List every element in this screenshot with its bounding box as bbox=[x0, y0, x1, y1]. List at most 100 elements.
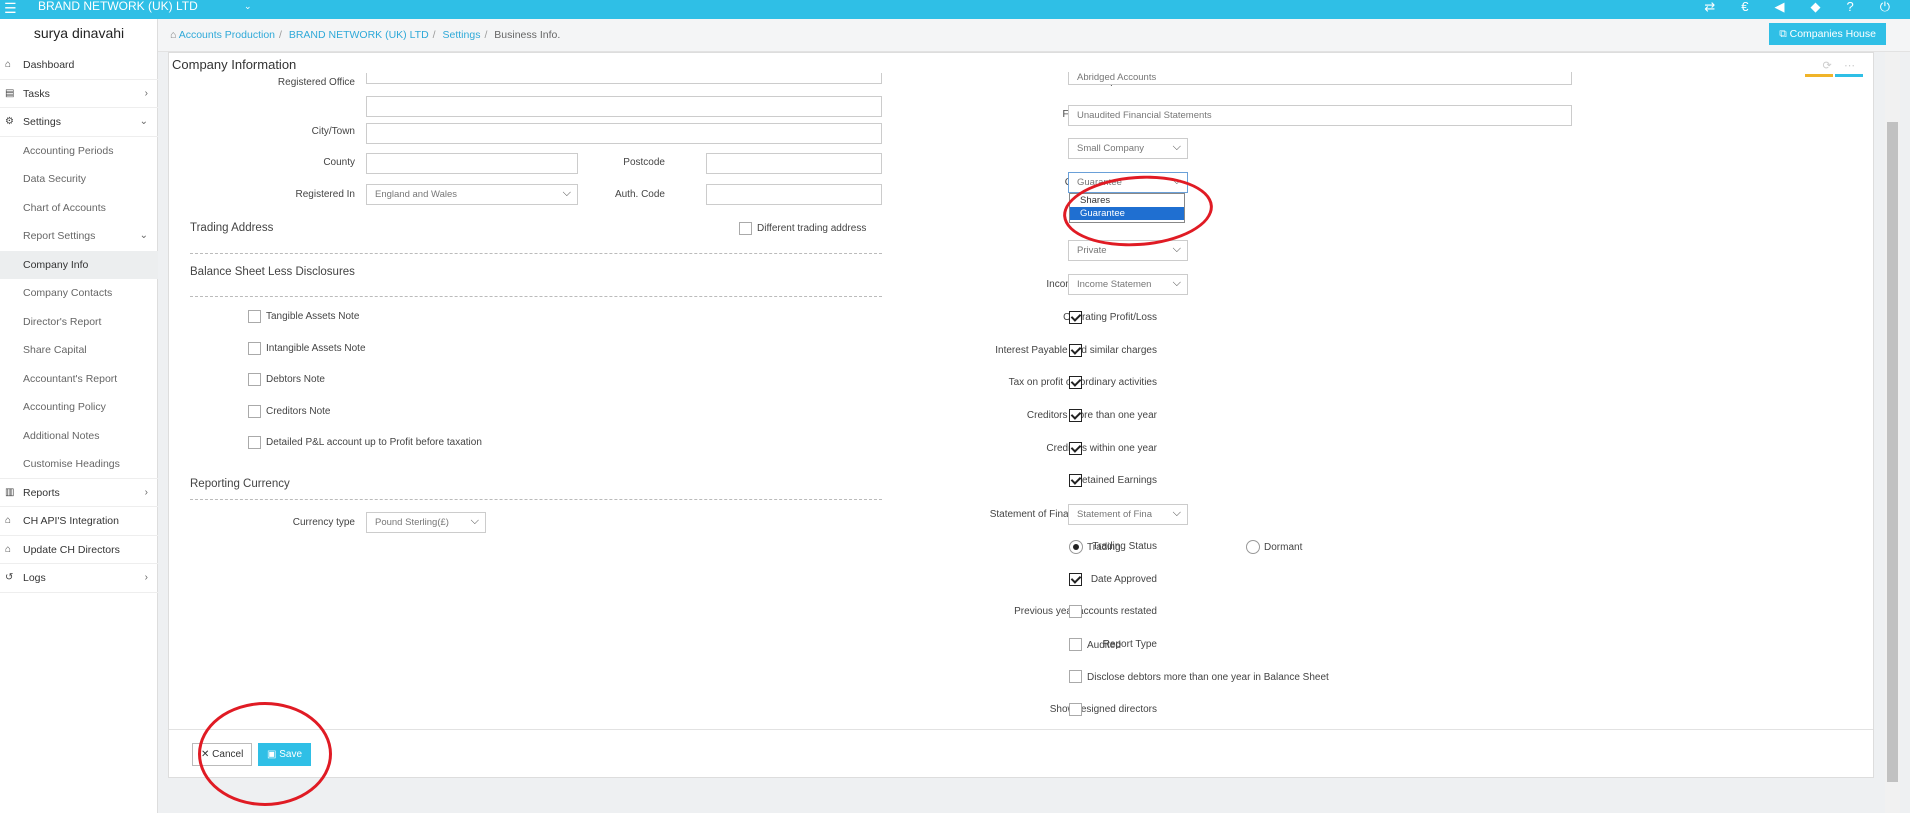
different-trading-address-checkbox[interactable] bbox=[739, 222, 752, 235]
prev-restated-checkbox[interactable] bbox=[1069, 605, 1082, 618]
home-icon: ⌂ bbox=[5, 515, 12, 526]
tax-on-profit-label: Tax on profit on ordinary activities bbox=[1008, 377, 1157, 388]
sidebar-item-ch-api-integration[interactable]: ⌂ CH API'S Integration bbox=[0, 507, 158, 536]
breadcrumb-settings[interactable]: Settings bbox=[443, 29, 481, 41]
help-icon[interactable]: ? bbox=[1846, 0, 1853, 13]
operating-profit-checkbox[interactable] bbox=[1069, 311, 1082, 324]
sidebar-item-settings[interactable]: ⚙ Settings ⌄ bbox=[0, 108, 158, 137]
chevron-down-icon: ⌵ bbox=[562, 187, 571, 199]
sidebar-item-reports[interactable]: ▥ Reports › bbox=[0, 479, 158, 507]
chevron-down-icon: ⌵ bbox=[1172, 507, 1181, 519]
tax-on-profit-checkbox[interactable] bbox=[1069, 376, 1082, 389]
postcode-label: Postcode bbox=[623, 157, 665, 168]
home-icon[interactable]: ⌂ bbox=[170, 29, 176, 41]
retained-earnings-checkbox[interactable] bbox=[1069, 474, 1082, 487]
sidebar-item-accounting-policy[interactable]: Accounting Policy bbox=[0, 393, 158, 422]
auth-code-input[interactable] bbox=[706, 184, 882, 205]
chevron-right-icon: › bbox=[144, 572, 148, 583]
sidebar-item-accountants-report[interactable]: Accountant's Report bbox=[0, 365, 158, 394]
company-size-select[interactable]: Small Company ⌵ bbox=[1068, 138, 1188, 159]
breadcrumb-accounts-production[interactable]: Accounts Production bbox=[179, 29, 275, 41]
city-input[interactable] bbox=[366, 123, 882, 144]
abbr-report-name-input[interactable]: Abridged Accounts bbox=[1068, 72, 1572, 85]
trading-radio[interactable] bbox=[1069, 540, 1083, 554]
sidebar-nav: ⌂ Dashboard ▤ Tasks › ⚙ Settings ⌄ Accounting… bbox=[0, 51, 158, 593]
detailed-pl-checkbox[interactable] bbox=[248, 436, 261, 449]
operating-profit-label: Operating Profit/Loss bbox=[1063, 312, 1157, 323]
switch-icon[interactable]: ⇄ bbox=[1704, 0, 1715, 13]
sidebar-item-accounting-periods[interactable]: Accounting Periods bbox=[0, 137, 158, 166]
megaphone-icon[interactable]: ◀ bbox=[1774, 0, 1784, 13]
hamburger-menu-icon[interactable]: ☰ bbox=[4, 1, 17, 15]
registered-office-input-1[interactable] bbox=[366, 73, 882, 84]
show-resigned-label: Show resigned directors bbox=[1049, 704, 1157, 715]
chevron-right-icon: › bbox=[144, 486, 148, 498]
tab-accent-yellow bbox=[1804, 74, 1833, 77]
sidebar-item-logs[interactable]: ↺ Logs › bbox=[0, 564, 158, 593]
tangible-assets-checkbox[interactable] bbox=[248, 310, 261, 323]
sidebar-item-chart-of-accounts[interactable]: Chart of Accounts bbox=[0, 194, 158, 223]
sidebar-item-additional-notes[interactable]: Additional Notes bbox=[0, 422, 158, 451]
creditors-more-checkbox[interactable] bbox=[1069, 409, 1082, 422]
chevron-right-icon: › bbox=[144, 87, 148, 99]
sidebar: surya dinavahi ⌂ Dashboard ▤ Tasks › ⚙ Setti… bbox=[0, 19, 158, 813]
disclose-debtors-checkbox[interactable] bbox=[1069, 670, 1082, 683]
divider bbox=[190, 499, 882, 500]
home-icon: ⌂ bbox=[5, 543, 12, 555]
sidebar-item-share-capital[interactable]: Share Capital bbox=[0, 336, 158, 365]
creditors-within-checkbox[interactable] bbox=[1069, 442, 1082, 455]
debtors-note-checkbox[interactable] bbox=[248, 373, 261, 386]
sidebar-item-customise-headings[interactable]: Customise Headings bbox=[0, 450, 158, 479]
postcode-input[interactable] bbox=[706, 153, 882, 174]
companies-house-button[interactable]: ⧉ Companies House bbox=[1769, 23, 1886, 45]
intangible-assets-checkbox[interactable] bbox=[248, 342, 261, 355]
more-icon[interactable]: ⋯ bbox=[1844, 60, 1855, 72]
sofp-name-select[interactable]: Statement of Fina ⌵ bbox=[1068, 504, 1188, 525]
currency-icon[interactable]: € bbox=[1741, 0, 1748, 13]
refresh-icon[interactable]: ⟳ bbox=[1823, 60, 1832, 72]
disclose-debtors-label: Disclose debtors more than one year in B… bbox=[1087, 672, 1329, 683]
trading-status-label: Trading Status bbox=[1092, 541, 1157, 552]
company-name[interactable]: BRAND NETWORK (UK) LTD bbox=[38, 0, 198, 12]
chevron-down-icon: ⌄ bbox=[139, 116, 148, 127]
sidebar-item-dashboard[interactable]: ⌂ Dashboard bbox=[0, 51, 158, 80]
history-icon: ↺ bbox=[5, 572, 14, 583]
income-statement-name-select[interactable]: Income Statemen ⌵ bbox=[1068, 274, 1188, 295]
currency-type-select[interactable]: Pound Sterling(£) ⌵ bbox=[366, 512, 486, 533]
sidebar-item-update-ch-directors[interactable]: ⌂ Update CH Directors bbox=[0, 536, 158, 564]
show-resigned-checkbox[interactable] bbox=[1069, 703, 1082, 716]
chevron-down-icon: ⌵ bbox=[1172, 243, 1181, 255]
auth-code-label: Auth. Code bbox=[614, 189, 665, 200]
filleted-report-name-input[interactable]: Unaudited Financial Statements bbox=[1068, 105, 1572, 126]
breadcrumb-company[interactable]: BRAND NETWORK (UK) LTD bbox=[289, 29, 429, 41]
registered-office-label: Registered Office bbox=[277, 77, 355, 88]
date-approved-checkbox[interactable] bbox=[1069, 573, 1082, 586]
user-name: surya dinavahi bbox=[33, 25, 125, 41]
county-input[interactable] bbox=[366, 153, 578, 174]
chevron-down-icon[interactable]: ⌄ bbox=[244, 1, 252, 12]
sidebar-item-tasks[interactable]: ▤ Tasks › bbox=[0, 80, 158, 108]
creditors-note-checkbox[interactable] bbox=[248, 405, 261, 418]
power-icon[interactable]: ⏻ bbox=[1880, 0, 1890, 13]
prev-restated-label: Previous year accounts restated bbox=[1014, 606, 1157, 617]
form-footer: ✕ Cancel ▣ Save bbox=[169, 729, 1873, 777]
audited-checkbox[interactable] bbox=[1069, 638, 1082, 651]
registered-office-input-2[interactable] bbox=[366, 96, 882, 117]
interest-payable-checkbox[interactable] bbox=[1069, 344, 1082, 357]
dormant-radio[interactable] bbox=[1246, 540, 1260, 554]
sidebar-item-company-contacts[interactable]: Company Contacts bbox=[0, 279, 158, 308]
sidebar-item-data-security[interactable]: Data Security bbox=[0, 165, 158, 194]
scrollbar-thumb[interactable] bbox=[1887, 122, 1898, 782]
registered-in-select[interactable]: England and Wales ⌵ bbox=[366, 184, 578, 205]
external-link-icon: ⧉ bbox=[1779, 28, 1790, 40]
sidebar-item-directors-report[interactable]: Director's Report bbox=[0, 308, 158, 337]
tag-icon[interactable]: ◆ bbox=[1810, 0, 1820, 13]
company-information-card: Company Information ⟳ ⋯ Registered Offic… bbox=[168, 52, 1874, 778]
top-icons: ⇄ € ◀ ◆ ? ⏻ bbox=[1704, 0, 1890, 13]
sidebar-item-report-settings[interactable]: Report Settings ⌄ bbox=[0, 222, 158, 251]
divider bbox=[190, 296, 882, 297]
tangible-assets-label: Tangible Assets Note bbox=[266, 311, 360, 322]
reports-icon: ▥ bbox=[5, 486, 15, 498]
balance-sheet-disclosures-heading: Balance Sheet Less Disclosures bbox=[190, 266, 355, 278]
sidebar-item-company-info[interactable]: Company Info bbox=[0, 250, 158, 279]
